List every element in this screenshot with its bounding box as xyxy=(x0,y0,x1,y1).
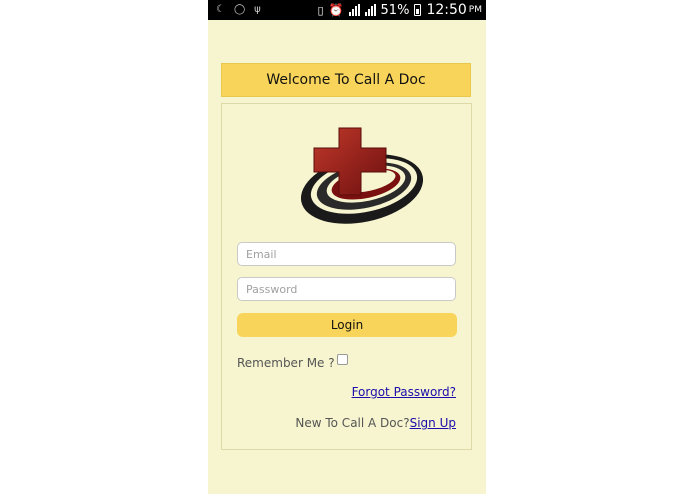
login-card: Login Remember Me ? Forgot Password? New… xyxy=(221,103,472,450)
remember-me-checkbox[interactable] xyxy=(337,354,348,365)
data-signal-icon xyxy=(364,4,376,16)
clock-ampm: PM xyxy=(468,5,482,15)
new-user-text: New To Call A Doc? xyxy=(295,416,410,430)
vibrate-icon: ▯ xyxy=(317,3,324,17)
moon-icon: ☾ xyxy=(216,4,225,15)
login-button[interactable]: Login xyxy=(237,313,457,337)
status-right-icons: ▯ ⏰ 51% 12:50 PM xyxy=(318,2,482,18)
alarm-icon: ⏰ xyxy=(328,3,344,17)
chat-bubble-icon: ◯ xyxy=(233,4,246,15)
sign-up-link[interactable]: Sign Up xyxy=(410,416,456,430)
battery-percent: 51% xyxy=(380,2,410,18)
signal-icon xyxy=(348,4,360,16)
remember-me-label: Remember Me ? xyxy=(237,356,335,370)
signup-row: New To Call A Doc?Sign Up xyxy=(295,416,456,430)
page-title-bar: Welcome To Call A Doc xyxy=(221,63,471,97)
password-field[interactable] xyxy=(237,277,456,301)
battery-icon xyxy=(414,4,422,16)
page-title: Welcome To Call A Doc xyxy=(266,72,426,88)
status-left-icons: ☾ ◯ ψ xyxy=(216,3,261,17)
status-bar: ☾ ◯ ψ ▯ ⏰ 51% 12:50 PM xyxy=(208,0,486,20)
phone-screen: ☾ ◯ ψ ▯ ⏰ 51% 12:50 PM Welcome To Call A… xyxy=(208,0,486,494)
clock-time: 12:50 xyxy=(426,2,467,18)
email-field[interactable] xyxy=(237,242,456,266)
red-cross-orbit-logo xyxy=(300,127,424,224)
usb-icon: ψ xyxy=(254,4,261,15)
forgot-password-link[interactable]: Forgot Password? xyxy=(352,385,456,399)
